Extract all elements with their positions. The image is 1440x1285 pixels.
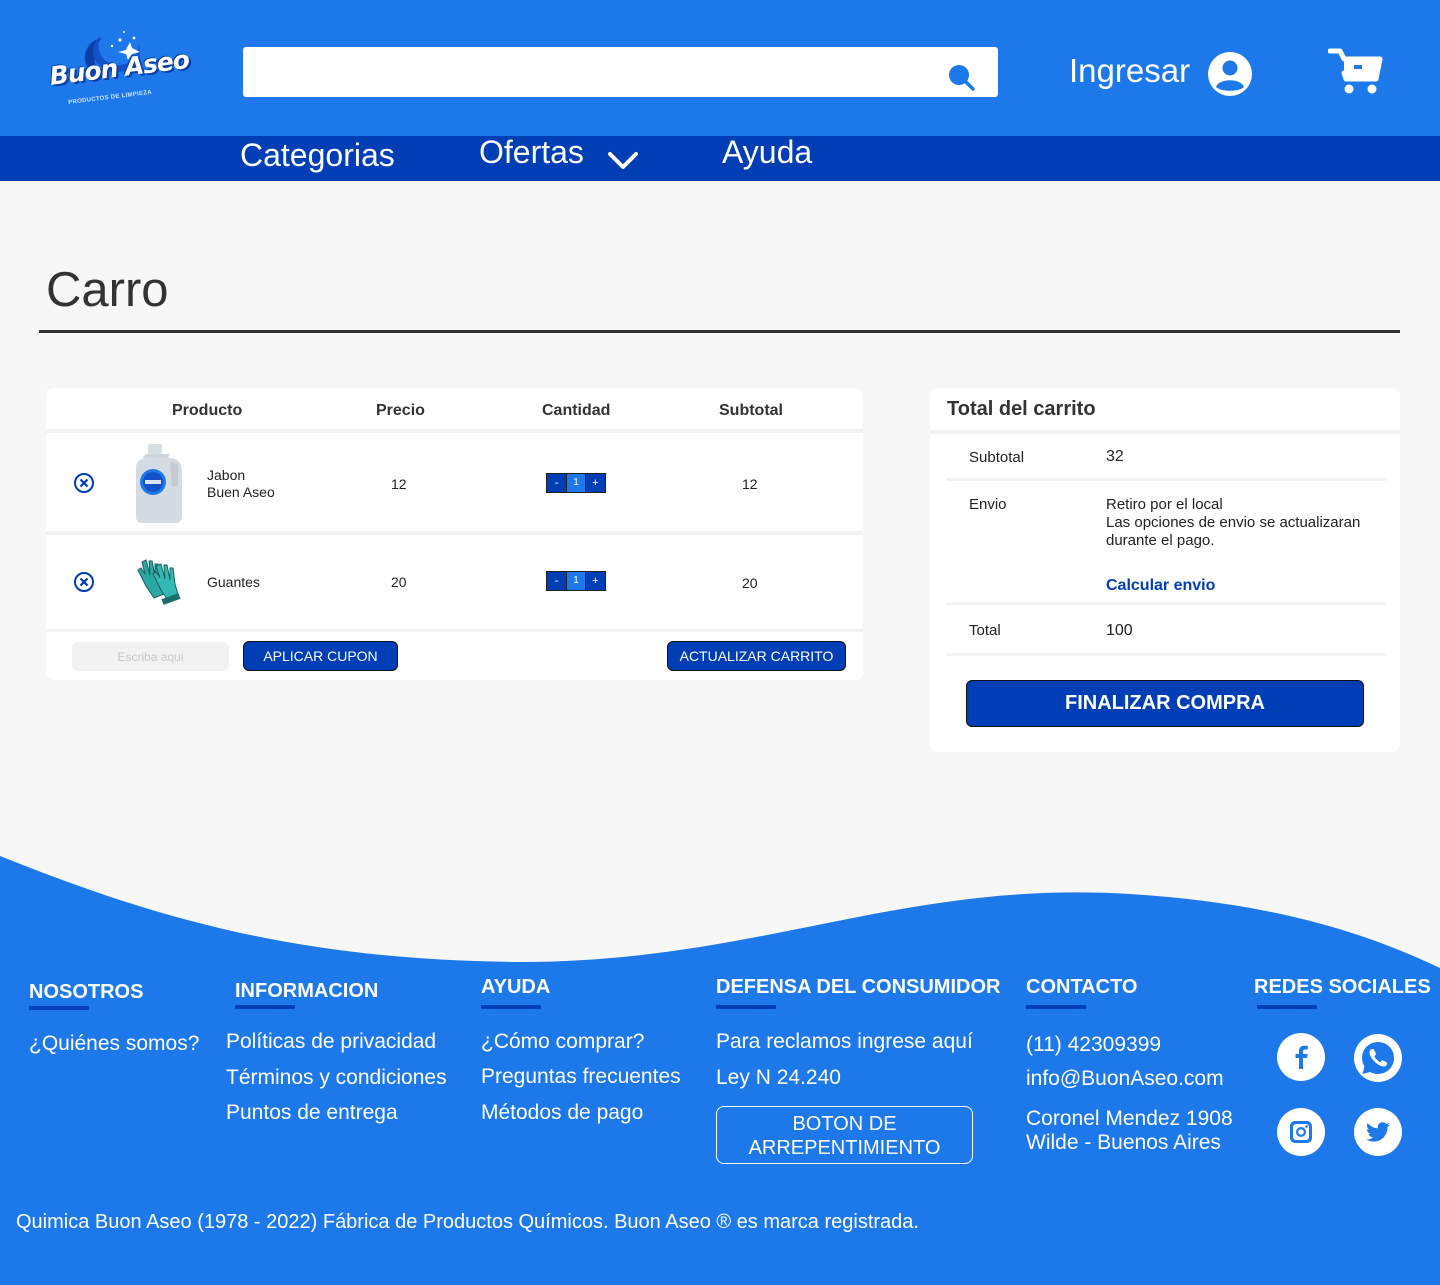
user-icon[interactable] bbox=[1207, 51, 1253, 97]
contact-address-line2: Wilde - Buenos Aires bbox=[1026, 1131, 1221, 1154]
shipping-label: Envio bbox=[969, 496, 1007, 513]
search-icon[interactable] bbox=[946, 62, 976, 92]
footer-link-reclamos[interactable]: Para reclamos ingrese aquí bbox=[716, 1030, 973, 1054]
update-cart-button[interactable]: ACTUALIZAR CARRITO bbox=[667, 641, 846, 671]
quantity-stepper: - 1 + bbox=[546, 571, 606, 591]
nav-ofertas[interactable]: Ofertas bbox=[479, 134, 584, 171]
title-divider bbox=[39, 330, 1400, 333]
increase-quantity-button[interactable]: + bbox=[585, 572, 605, 590]
contact-address-line1: Coronel Mendez 1908 bbox=[1026, 1107, 1233, 1130]
product-name-line1: Guantes bbox=[207, 574, 260, 590]
footer-link-quienes-somos[interactable]: ¿Quiénes somos? bbox=[29, 1032, 199, 1056]
gloves-icon bbox=[137, 559, 181, 605]
footer-link-terminos[interactable]: Términos y condiciones bbox=[226, 1066, 447, 1090]
remove-item-icon[interactable] bbox=[73, 571, 95, 593]
arrepentimiento-label-line1: BOTON DE bbox=[792, 1113, 897, 1135]
quantity-value[interactable]: 1 bbox=[566, 474, 586, 492]
totals-divider bbox=[946, 653, 1386, 656]
remove-item-icon[interactable] bbox=[73, 472, 95, 494]
contact-email[interactable]: info@BuonAseo.com bbox=[1026, 1067, 1224, 1091]
totals-divider bbox=[946, 478, 1386, 481]
totals-header-divider bbox=[930, 430, 1400, 434]
row-divider bbox=[46, 531, 863, 535]
twitter-icon[interactable] bbox=[1354, 1108, 1402, 1156]
increase-quantity-button[interactable]: + bbox=[585, 474, 605, 492]
heading-underline bbox=[1257, 1005, 1317, 1009]
heading-underline bbox=[481, 1005, 541, 1009]
total-label: Total bbox=[969, 622, 1001, 639]
instagram-icon[interactable] bbox=[1277, 1108, 1325, 1156]
footer-link-como-comprar[interactable]: ¿Cómo comprar? bbox=[481, 1030, 644, 1054]
footer-link-metodos-pago[interactable]: Métodos de pago bbox=[481, 1101, 643, 1125]
apply-coupon-button[interactable]: APLICAR CUPON bbox=[243, 641, 398, 671]
product-price: 20 bbox=[391, 574, 407, 590]
shipping-note-line2: durante el pago. bbox=[1106, 532, 1215, 549]
row-divider bbox=[46, 429, 863, 433]
arrepentimiento-label-line2: ARREPENTIMIENTO bbox=[748, 1137, 941, 1159]
footer-link-puntos-entrega[interactable]: Puntos de entrega bbox=[226, 1101, 398, 1125]
chevron-down-icon[interactable] bbox=[606, 148, 640, 172]
product-name-line1: Jabon bbox=[207, 467, 246, 483]
cart-icon[interactable] bbox=[1328, 47, 1384, 97]
decrease-quantity-button[interactable]: - bbox=[547, 474, 567, 492]
column-header-subtotal: Subtotal bbox=[719, 402, 783, 419]
product-name-line2: Buen Aseo bbox=[207, 484, 275, 500]
footer-heading-defensa: DEFENSA DEL CONSUMIDOR bbox=[716, 976, 1001, 998]
footer-link-ley[interactable]: Ley N 24.240 bbox=[716, 1066, 841, 1090]
totals-divider bbox=[946, 602, 1386, 605]
detergent-bottle-icon bbox=[136, 444, 182, 523]
column-header-producto: Producto bbox=[172, 402, 243, 419]
product-price: 12 bbox=[391, 476, 407, 492]
product-subtotal: 20 bbox=[742, 575, 758, 591]
decrease-quantity-button[interactable]: - bbox=[547, 572, 567, 590]
copyright-text: Quimica Buon Aseo (1978 - 2022) Fábrica … bbox=[16, 1211, 919, 1233]
arrepentimiento-button[interactable]: BOTON DE ARREPENTIMIENTO bbox=[716, 1106, 973, 1164]
heading-underline bbox=[1026, 1005, 1086, 1009]
heading-underline bbox=[29, 1006, 89, 1010]
footer-link-preguntas[interactable]: Preguntas frecuentes bbox=[481, 1065, 681, 1089]
footer-heading-nosotros: NOSOTROS bbox=[29, 981, 144, 1003]
product-subtotal: 12 bbox=[742, 476, 758, 492]
whatsapp-icon[interactable] bbox=[1354, 1034, 1402, 1082]
totals-title: Total del carrito bbox=[947, 398, 1096, 420]
subtotal-value: 32 bbox=[1106, 448, 1124, 465]
row-divider bbox=[46, 629, 863, 632]
login-link[interactable]: Ingresar bbox=[1069, 52, 1190, 90]
nav-categorias[interactable]: Categorias bbox=[240, 137, 395, 174]
footer-heading-informacion: INFORMACION bbox=[235, 980, 379, 1002]
footer-heading-redes: REDES SOCIALES bbox=[1254, 976, 1431, 998]
heading-underline bbox=[235, 1005, 295, 1009]
coupon-input[interactable] bbox=[72, 642, 229, 671]
footer-link-privacidad[interactable]: Políticas de privacidad bbox=[226, 1030, 436, 1054]
quantity-stepper: - 1 + bbox=[546, 473, 606, 493]
nav-ayuda[interactable]: Ayuda bbox=[722, 134, 812, 171]
footer-heading-contacto: CONTACTO bbox=[1026, 976, 1138, 998]
heading-underline bbox=[716, 1005, 776, 1009]
main-navbar bbox=[0, 136, 1440, 181]
calculate-shipping-link[interactable]: Calcular envio bbox=[1106, 577, 1215, 595]
total-value: 100 bbox=[1106, 622, 1133, 639]
search-input[interactable] bbox=[243, 47, 998, 97]
facebook-icon[interactable] bbox=[1277, 1033, 1325, 1081]
footer-heading-ayuda: AYUDA bbox=[481, 976, 551, 998]
subtotal-label: Subtotal bbox=[969, 449, 1025, 466]
column-header-precio: Precio bbox=[376, 402, 425, 419]
column-header-cantidad: Cantidad bbox=[542, 402, 611, 419]
shipping-option: Retiro por el local bbox=[1106, 496, 1223, 513]
shipping-note-line1: Las opciones de envio se actualizaran bbox=[1106, 514, 1361, 531]
page-title: Carro bbox=[46, 263, 169, 317]
quantity-value[interactable]: 1 bbox=[566, 572, 586, 590]
checkout-button[interactable]: FINALIZAR COMPRA bbox=[966, 680, 1364, 727]
contact-phone[interactable]: (11) 42309399 bbox=[1026, 1033, 1161, 1057]
